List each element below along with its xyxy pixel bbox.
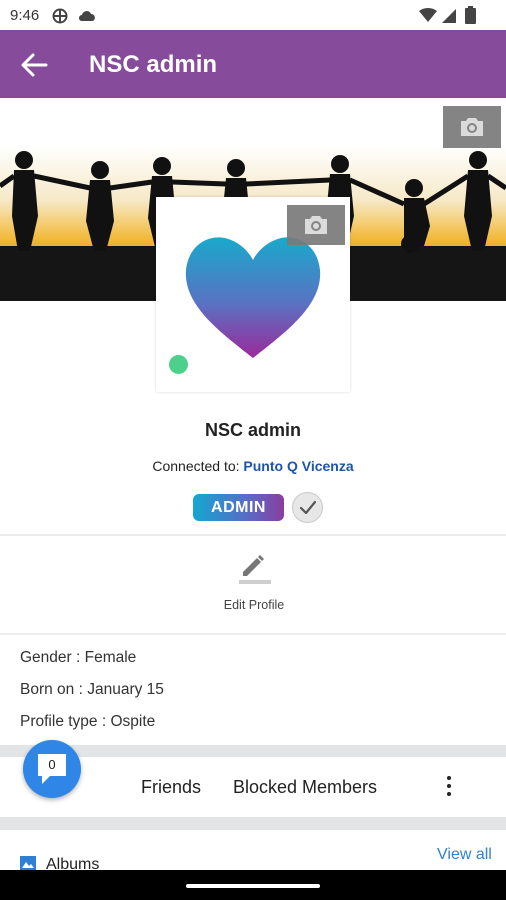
divider [0,534,506,536]
edit-profile-label: Edit Profile [223,598,285,612]
view-all-link[interactable]: View all [437,846,492,864]
birthday-info: Born on : January 15 [20,681,164,698]
pencil-icon [239,555,271,584]
change-cover-button[interactable] [443,106,501,148]
page-title: NSC admin [89,51,218,78]
albums-icon [20,856,36,870]
heart-avatar-image [185,237,321,358]
online-status-dot [169,355,188,374]
more-vert-icon[interactable] [438,774,460,800]
section-separator [0,817,506,830]
camera-icon [305,216,327,234]
chat-fab-button[interactable]: 0 [23,740,81,798]
vpn-icon [52,8,68,24]
tab-friends[interactable]: Friends [141,777,201,798]
profile-type-info: Profile type : Ospite [20,713,156,730]
tab-blocked-members[interactable]: Blocked Members [233,777,377,798]
connected-label: Connected to: [152,458,244,474]
connected-to: Connected to: Punto Q Vicenza [0,458,506,474]
back-arrow-icon[interactable] [20,52,48,78]
check-icon [299,501,316,514]
app-bar: NSC admin [0,30,506,98]
wifi-icon [419,8,437,22]
status-bar: 9:46 [0,0,506,30]
divider [0,633,506,635]
home-handle[interactable] [186,884,320,888]
system-nav-bar [0,870,506,900]
admin-badge: ADMIN [193,494,284,521]
gender-info: Gender : Female [20,649,137,666]
chat-count: 0 [48,757,56,772]
albums-section: Albums View all [4,830,502,873]
battery-icon [465,6,476,24]
change-avatar-button[interactable] [287,205,345,245]
connected-group-link[interactable]: Punto Q Vicenza [243,458,353,474]
camera-icon [461,118,483,136]
signal-icon [442,9,456,23]
cloud-icon [79,11,95,21]
status-time: 9:46 [10,7,40,24]
verified-button[interactable] [292,492,323,523]
profile-name: NSC admin [204,420,301,440]
edit-profile-button[interactable]: Edit Profile [206,548,302,616]
